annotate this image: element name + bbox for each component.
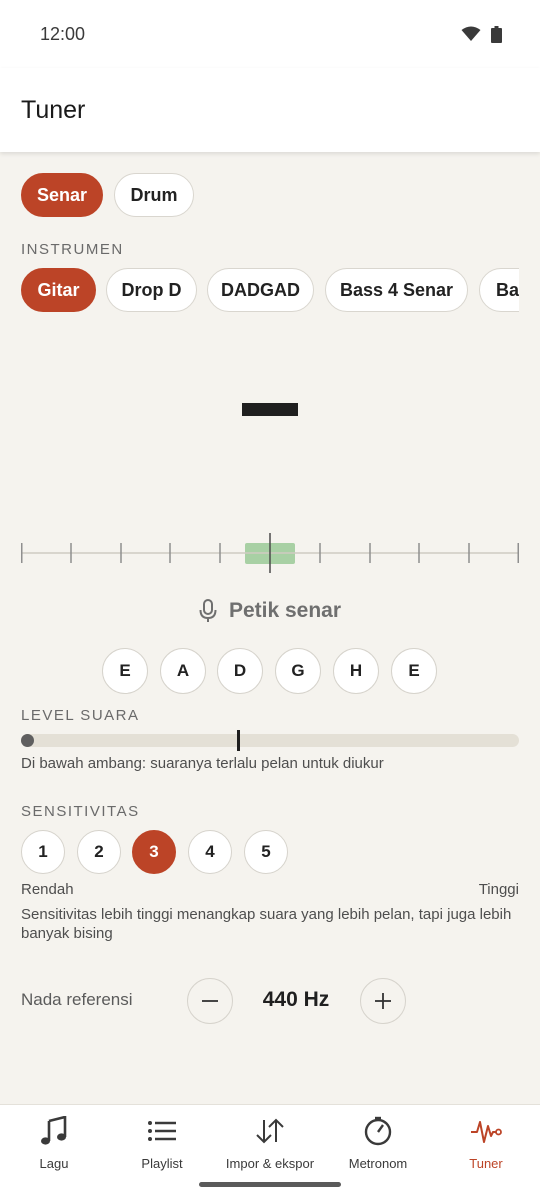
tab-drum[interactable]: Drum (114, 173, 194, 217)
home-indicator[interactable] (199, 1182, 341, 1187)
instrument-chip-drop-d[interactable]: Drop D (106, 268, 197, 312)
nav-label-lagu: Lagu (39, 1156, 69, 1171)
reference-pitch-value: 440 Hz (262, 988, 330, 1011)
list-icon (148, 1121, 176, 1141)
pluck-prompt: Petik senar (0, 596, 540, 626)
string-button-2[interactable]: A (160, 648, 206, 694)
status-bar: 12:00 (0, 0, 540, 68)
sensitivity-option-3[interactable]: 3 (132, 830, 176, 874)
decrease-reference-button[interactable] (187, 978, 233, 1024)
sensitivity-option-2[interactable]: 2 (77, 830, 121, 874)
microphone-icon (199, 599, 217, 622)
instrument-chip-list[interactable]: Gitar Drop D DADGAD Bass 4 Senar Bass 5 … (21, 268, 519, 312)
waveform-icon (471, 1121, 502, 1143)
battery-icon (491, 25, 502, 43)
nav-label-tuner: Tuner (469, 1156, 503, 1171)
level-threshold-marker (237, 730, 240, 751)
sensitivity-high-label: Tinggi (478, 881, 519, 898)
string-button-1[interactable]: E (102, 648, 148, 694)
music-note-icon (41, 1116, 67, 1145)
app-bar: Tuner (0, 68, 540, 152)
level-message: Di bawah ambang: suaranya terlalu pelan … (21, 755, 384, 772)
reference-pitch-label: Nada referensi (21, 990, 133, 1009)
instrument-chip-bass-5[interactable]: Bass 5 Senar (479, 268, 519, 312)
string-button-6[interactable]: E (391, 648, 437, 694)
metronome-icon (364, 1116, 392, 1146)
sensitivity-option-5[interactable]: 5 (244, 830, 288, 874)
string-button-4[interactable]: G (275, 648, 321, 694)
detected-note-placeholder (242, 403, 298, 416)
tab-senar[interactable]: Senar (21, 173, 103, 217)
plus-icon (375, 993, 391, 1009)
level-meter-indicator (21, 734, 34, 747)
nav-label-playlist: Playlist (141, 1156, 183, 1171)
tuning-gauge (21, 533, 519, 573)
instrument-section-label: INSTRUMEN (21, 241, 124, 258)
sensitivity-description: Sensitivitas lebih tinggi menangkap suar… (21, 906, 512, 942)
nav-item-lagu[interactable]: Lagu (0, 1105, 108, 1200)
instrument-chip-gitar[interactable]: Gitar (21, 268, 96, 312)
instrument-chip-dadgad[interactable]: DADGAD (207, 268, 314, 312)
increase-reference-button[interactable] (360, 978, 406, 1024)
string-button-3[interactable]: D (217, 648, 263, 694)
page-title: Tuner (21, 95, 86, 124)
level-section-label: LEVEL SUARA (21, 707, 140, 724)
string-button-5[interactable]: H (333, 648, 379, 694)
wifi-icon (461, 26, 481, 41)
nav-item-tuner[interactable]: Tuner (432, 1105, 540, 1200)
sensitivity-section-label: SENSITIVITAS (21, 803, 140, 820)
instrument-chip-bass-4[interactable]: Bass 4 Senar (325, 268, 468, 312)
level-meter-track (21, 734, 519, 747)
import-export-icon (256, 1118, 284, 1144)
nav-label-metronom: Metronom (348, 1156, 408, 1171)
nav-label-impor-ekspor: Impor & ekspor (225, 1156, 315, 1171)
status-time: 12:00 (40, 23, 86, 44)
sensitivity-low-label: Rendah (21, 881, 74, 898)
sensitivity-option-1[interactable]: 1 (21, 830, 65, 874)
sensitivity-option-4[interactable]: 4 (188, 830, 232, 874)
pluck-prompt-text: Petik senar (228, 599, 342, 622)
status-icons (461, 25, 502, 43)
minus-icon (202, 1000, 218, 1002)
